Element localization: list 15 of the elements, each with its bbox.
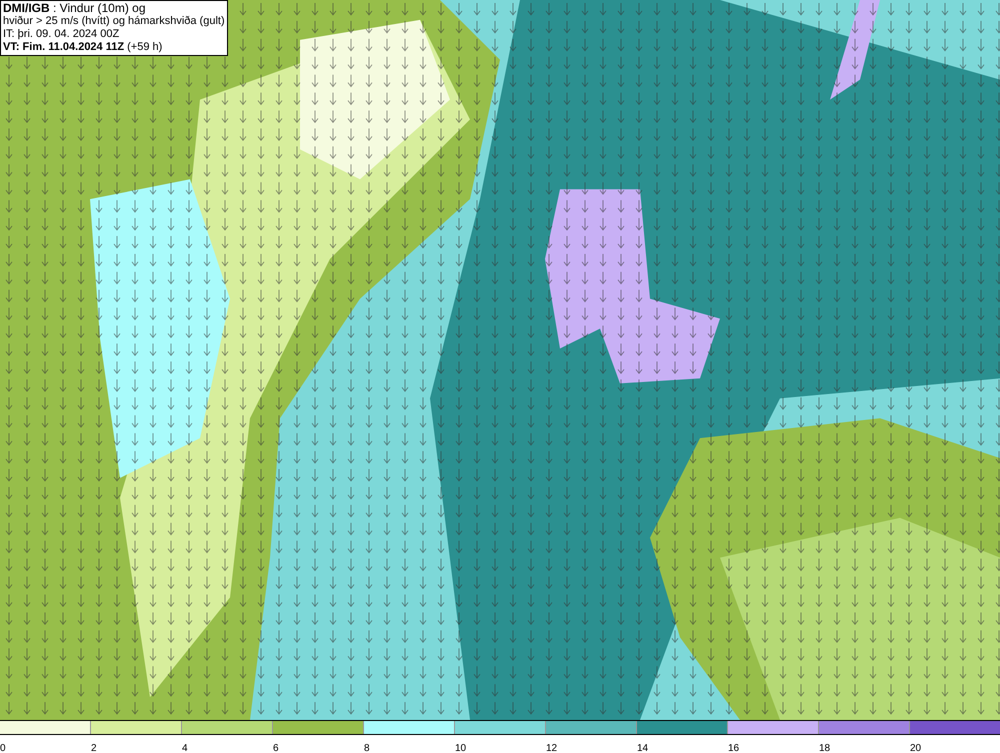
scale-label: 10 xyxy=(455,742,466,753)
title-line: VT: Fim. 11.04.2024 11Z (+59 h) xyxy=(3,41,164,54)
title-line: DMI/IGB : Vindur (10m) og xyxy=(3,2,146,15)
scale-label: 14 xyxy=(637,742,648,753)
scale-label: 4 xyxy=(182,742,188,753)
title-line: hviður > 25 m/s (hvítt) og hámarkshviða (gult) xyxy=(3,15,225,28)
scale-label: 20 xyxy=(910,742,922,753)
scale-label: 6 xyxy=(273,742,279,753)
scale-label: 12 xyxy=(546,742,558,753)
scale-label: 0 xyxy=(0,742,6,753)
scale-label: 2 xyxy=(91,742,97,753)
scale-label: 16 xyxy=(728,742,740,753)
title-line: IT: þri. 09. 04. 2024 00Z xyxy=(3,28,120,41)
scale-label: 8 xyxy=(364,742,370,753)
scale-label: 18 xyxy=(819,742,830,753)
